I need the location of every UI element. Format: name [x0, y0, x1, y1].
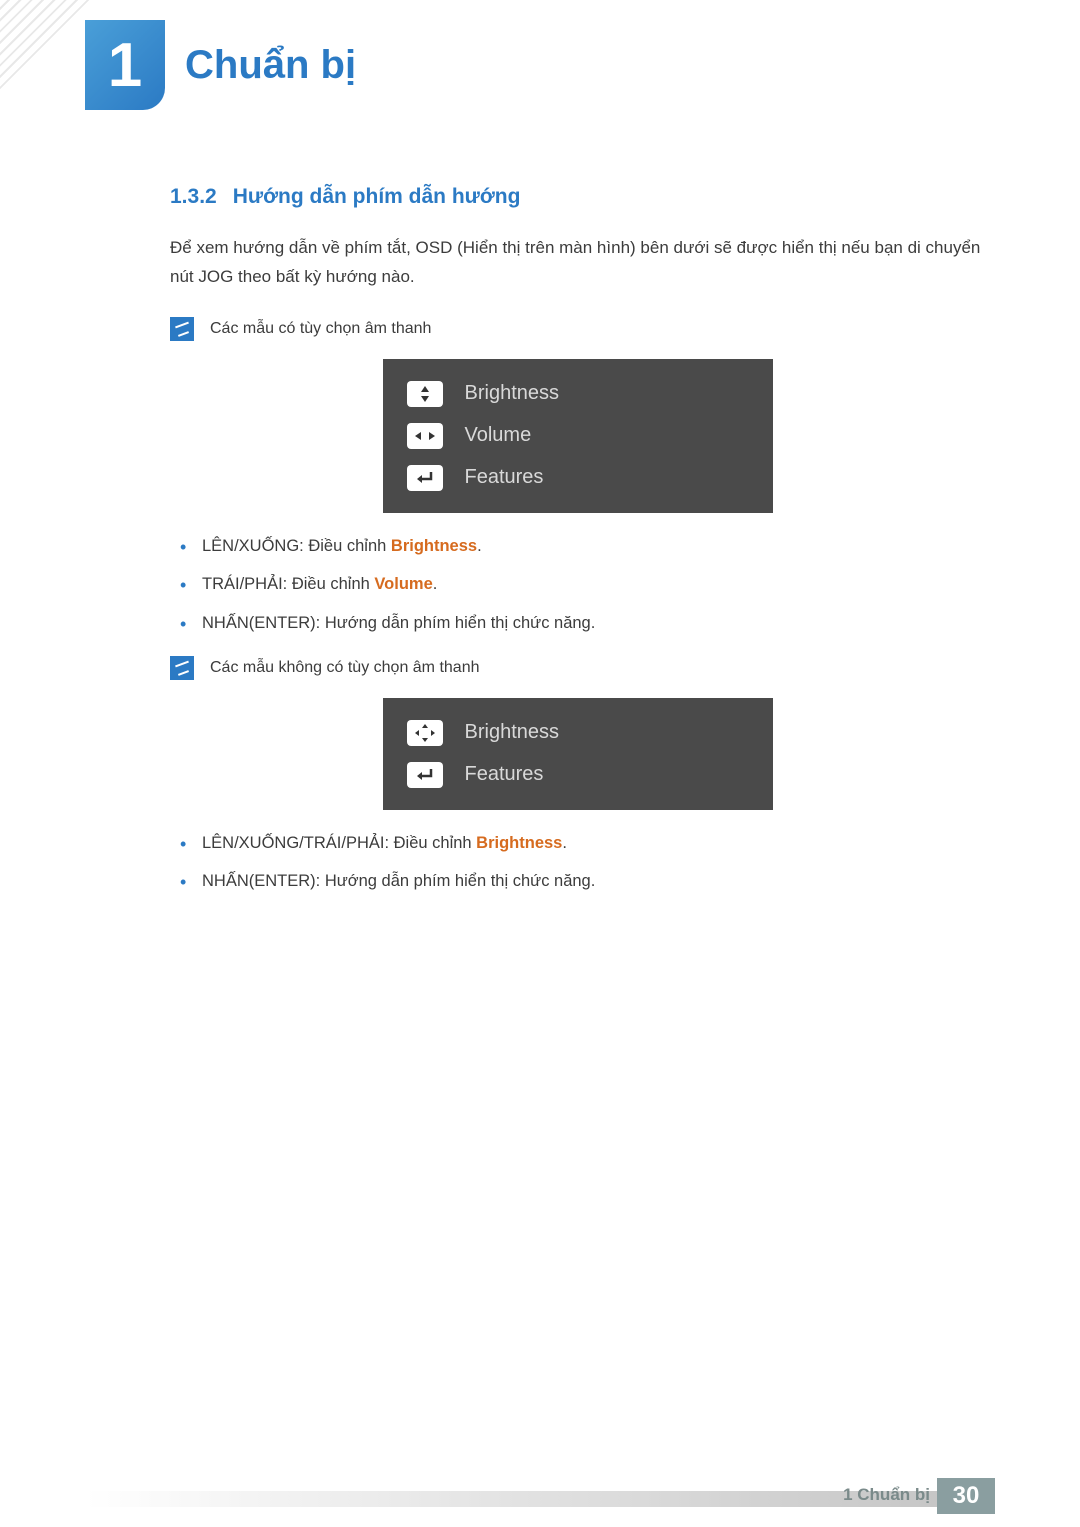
note-row-sound: Các mẫu có tùy chọn âm thanh: [170, 317, 985, 341]
section-number: 1.3.2: [170, 185, 217, 208]
page-number: 30: [937, 1478, 995, 1514]
enter-icon: [407, 762, 443, 788]
bullet-list-sound: LÊN/XUỐNG: Điều chỉnh Brightness. TRÁI/P…: [170, 533, 985, 636]
osd-row-volume: Volume: [407, 415, 749, 457]
osd-row-brightness: Brightness: [407, 373, 749, 415]
note-text: Các mẫu không có tùy chọn âm thanh: [210, 659, 480, 677]
leftright-icon: [407, 423, 443, 449]
text: .: [562, 834, 567, 852]
fourway-icon: [407, 720, 443, 746]
osd-label: Brightness: [465, 721, 560, 744]
osd-panel-sound: Brightness Volume Features: [383, 359, 773, 513]
highlight-text: Brightness: [391, 537, 477, 555]
chapter-number: 1: [85, 20, 165, 110]
text: TRÁI/PHẢI: Điều chỉnh: [202, 575, 374, 593]
osd-row-brightness: Brightness: [407, 712, 749, 754]
osd-panel-nosound: Brightness Features: [383, 698, 773, 810]
list-item: NHẤN(ENTER): Hướng dẫn phím hiển thị chứ…: [202, 868, 985, 894]
list-item: LÊN/XUỐNG: Điều chỉnh Brightness.: [202, 533, 985, 559]
text: .: [433, 575, 438, 593]
osd-label: Features: [465, 763, 544, 786]
text: LÊN/XUỐNG: Điều chỉnh: [202, 537, 391, 555]
chapter-header: 1 Chuẩn bị: [85, 20, 356, 110]
footer: 1 Chuẩn bị 30: [0, 1471, 1080, 1527]
note-icon: [170, 317, 194, 341]
highlight-text: Volume: [374, 575, 432, 593]
section-heading: 1.3.2 Hướng dẫn phím dẫn hướng: [170, 185, 985, 209]
text: .: [477, 537, 482, 555]
text: LÊN/XUỐNG/TRÁI/PHẢI: Điều chỉnh: [202, 834, 476, 852]
bullet-list-nosound: LÊN/XUỐNG/TRÁI/PHẢI: Điều chỉnh Brightne…: [170, 830, 985, 895]
osd-label: Volume: [465, 424, 532, 447]
osd-label: Brightness: [465, 382, 560, 405]
note-text: Các mẫu có tùy chọn âm thanh: [210, 320, 431, 338]
chapter-title: Chuẩn bị: [185, 43, 356, 88]
updown-icon: [407, 381, 443, 407]
footer-gradient: [85, 1491, 940, 1507]
osd-row-features: Features: [407, 457, 749, 499]
note-icon: [170, 656, 194, 680]
enter-icon: [407, 465, 443, 491]
osd-label: Features: [465, 466, 544, 489]
list-item: NHẤN(ENTER): Hướng dẫn phím hiển thị chứ…: [202, 610, 985, 636]
osd-row-features: Features: [407, 754, 749, 796]
highlight-text: Brightness: [476, 834, 562, 852]
corner-decoration: [0, 0, 90, 90]
intro-text: Để xem hướng dẫn về phím tắt, OSD (Hiển …: [170, 234, 985, 292]
note-row-nosound: Các mẫu không có tùy chọn âm thanh: [170, 656, 985, 680]
list-item: LÊN/XUỐNG/TRÁI/PHẢI: Điều chỉnh Brightne…: [202, 830, 985, 856]
list-item: TRÁI/PHẢI: Điều chỉnh Volume.: [202, 571, 985, 597]
content-area: 1.3.2 Hướng dẫn phím dẫn hướng Để xem hướ…: [170, 185, 985, 915]
section-title: Hướng dẫn phím dẫn hướng: [233, 185, 521, 208]
footer-label: 1 Chuẩn bị: [843, 1485, 930, 1505]
